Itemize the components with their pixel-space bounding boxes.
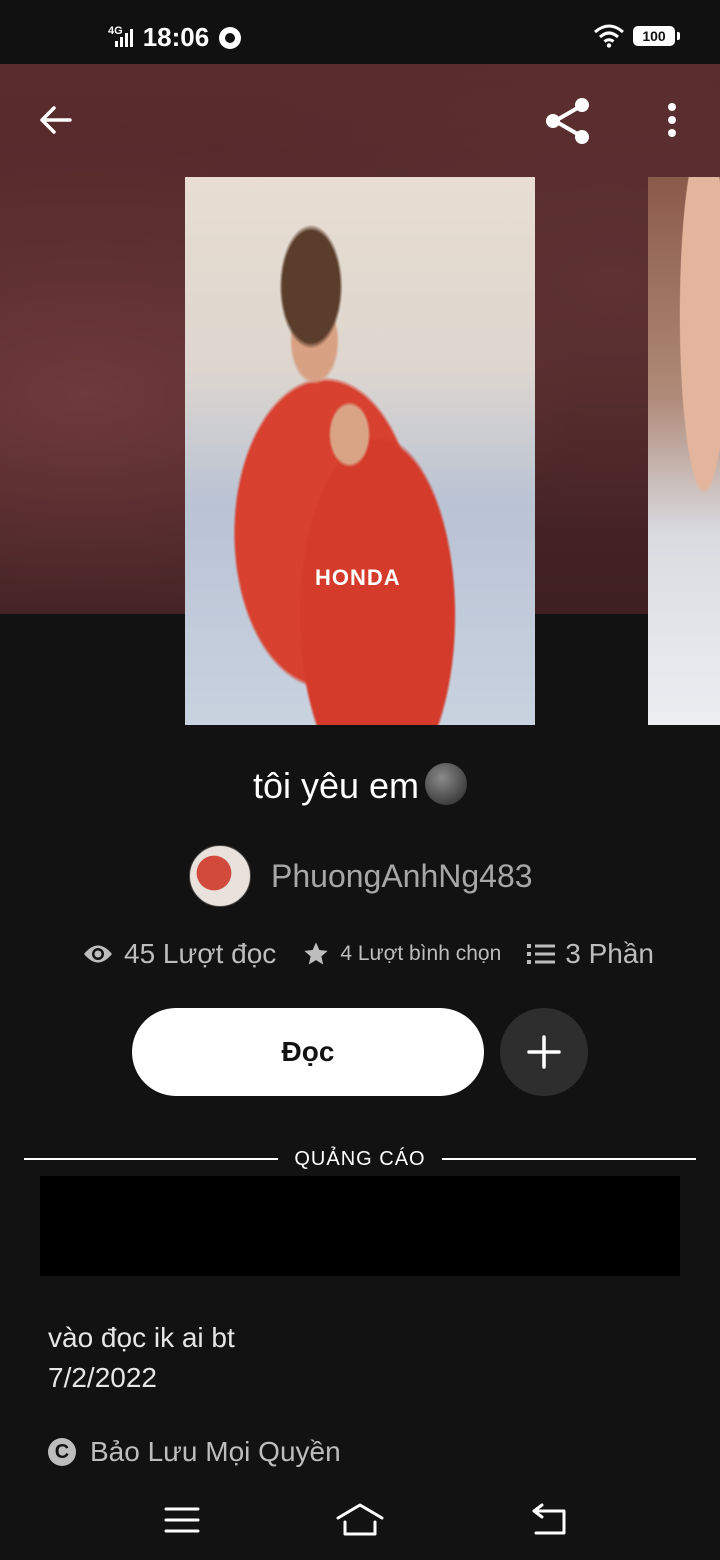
parts-stat: 3 Phần: [527, 938, 654, 970]
status-bar: 4G 18:06 100: [0, 0, 720, 64]
story-title: tôi yêu em: [0, 763, 720, 809]
battery-tip: [677, 32, 680, 40]
system-nav-bar: [0, 1480, 720, 1560]
add-to-library-button[interactable]: [500, 1008, 588, 1096]
parts-count: 3 Phần: [565, 938, 654, 969]
back-arrow-icon[interactable]: [36, 100, 76, 140]
reads-count: 45 Lượt đọc: [124, 938, 277, 969]
copyright-text: Bảo Lưu Mọi Quyền: [90, 1436, 341, 1467]
list-icon: [527, 944, 556, 964]
copyright-icon: C: [48, 1438, 76, 1466]
reads-stat: 45 Lượt đọc: [82, 938, 276, 970]
share-icon[interactable]: [542, 95, 594, 147]
status-left: 4G 18:06: [108, 22, 242, 53]
ad-label-row: QUẢNG CÁO: [24, 1145, 696, 1173]
star-icon: [304, 942, 328, 965]
emoji-icon: [425, 763, 468, 806]
story-cover-image[interactable]: HONDA: [185, 177, 535, 725]
network-type: 4G: [108, 24, 123, 37]
votes-count: 4 Lượt bình chọn: [340, 942, 502, 965]
story-description: vào đọc ik ai bt 7/2/2022: [48, 1318, 235, 1398]
read-button[interactable]: Đọc: [132, 1008, 484, 1096]
more-vertical-icon[interactable]: [660, 100, 684, 140]
votes-stat: 4 Lượt bình chọn: [302, 940, 501, 968]
battery-icon: 100: [633, 26, 675, 46]
ad-label: QUẢNG CÁO: [294, 1147, 426, 1170]
description-date: 7/2/2022: [48, 1362, 157, 1393]
description-line: vào đọc ik ai bt: [48, 1322, 235, 1353]
menu-icon[interactable]: [160, 1498, 204, 1542]
next-story-cover-image[interactable]: [648, 177, 720, 725]
story-title-text: tôi yêu em: [252, 765, 420, 806]
clock: 18:06: [142, 22, 210, 52]
ad-banner[interactable]: [40, 1176, 680, 1276]
vpn-icon: [219, 26, 242, 49]
status-right: 100: [593, 24, 680, 48]
avatar[interactable]: [189, 845, 251, 907]
wifi-icon: [594, 24, 624, 48]
back-icon[interactable]: [526, 1498, 570, 1542]
divider: [441, 1158, 696, 1160]
cover-brand-text: HONDA: [315, 565, 401, 590]
divider: [24, 1158, 279, 1160]
story-stats: 45 Lượt đọc 4 Lượt bình chọn 3 Phần: [82, 938, 654, 970]
eye-icon: [84, 945, 112, 963]
copyright-row: C Bảo Lưu Mọi Quyền: [48, 1436, 341, 1468]
plus-icon: [527, 1035, 561, 1069]
home-icon[interactable]: [334, 1498, 386, 1542]
author-row[interactable]: PhuongAnhNg483: [189, 845, 533, 907]
author-name[interactable]: PhuongAnhNg483: [271, 858, 533, 895]
